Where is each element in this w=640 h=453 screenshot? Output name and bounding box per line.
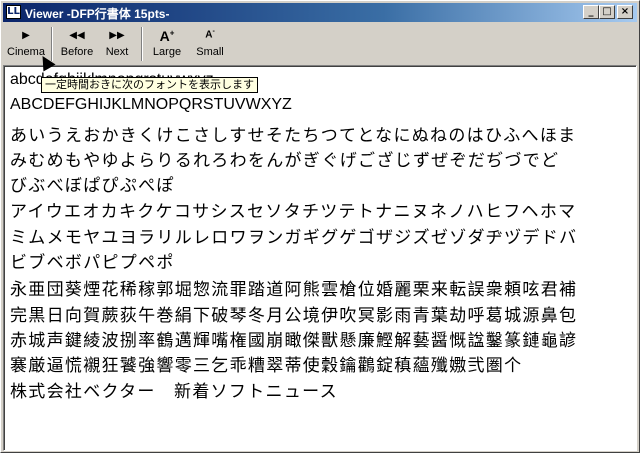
before-button[interactable]: ◀◀ Before	[57, 26, 97, 62]
skip-back-icon: ◀◀	[69, 30, 85, 41]
large-button[interactable]: A+ Large	[147, 26, 187, 62]
before-label: Before	[60, 46, 94, 58]
next-label: Next	[105, 46, 129, 58]
preview-hiragana-1: あいうえおかきくけこさしすせそたちつてとなにぬねのはひふへほま	[10, 126, 577, 146]
preview-hiragana-2: みむめもやゆよらりるれろわをんがぎぐげござじずぜぞだぢづでど	[10, 151, 560, 171]
preview-company-line: 株式会社ベクター 新着ソフトニュース	[10, 382, 338, 402]
preview-kanji-2: 完黒日向賀蕨荻午巻絹下破琴冬月公境伊吹冥影雨青葉劫呼葛城源鼻包	[10, 306, 578, 326]
font-large-icon: A+	[159, 28, 175, 44]
skip-forward-icon: ▶▶	[109, 30, 125, 41]
maximize-button[interactable]: □	[599, 5, 615, 19]
cinema-tooltip: 一定時間おきに次のフォントを表示します	[41, 77, 258, 93]
app-icon: LL	[6, 5, 21, 19]
preview-katakana-2: ミムメモヤユヨラリルレロワヲンガギグゲゴザジズゼゾダヂヅデドバ	[10, 228, 578, 248]
next-button[interactable]: ▶▶ Next	[99, 26, 135, 62]
preview-katakana-1: アイウエオカキクケコサシスセソタチツテトナニヌネノハヒフヘホマ	[10, 202, 577, 222]
small-button[interactable]: A- Small	[191, 26, 229, 62]
toolbar: ▶ Cinema ◀◀ Before ▶▶ Next A+ Large A- S…	[3, 24, 637, 64]
preview-katakana-3: ビブベボパピプペポ	[10, 253, 175, 273]
large-label: Large	[152, 46, 182, 58]
font-small-icon: A-	[205, 28, 215, 41]
window-title: Viewer -DFP行書体 15pts-	[25, 7, 170, 21]
preview-kanji-3: 赤城声鍵綾波捌率鶴邁輝嘴権國崩瞰傑獸懸廉鰹解藝醤慨諡鑿篆鏈龜諺	[10, 331, 578, 351]
preview-uppercase: ABCDEFGHIJKLMNOPQRSTUVWXYZ	[10, 96, 292, 113]
close-button[interactable]: ×	[617, 5, 633, 19]
preview-kanji-4: 褰厳逼慌襯狂饕強響零三乞乖糟翠蒂使穀鑰鸛錠稹蘊殲嫐弐圏个	[10, 356, 523, 376]
preview-hiragana-3: びぶべぼぱぴぷぺぽ	[10, 176, 175, 196]
title-bar[interactable]: LL Viewer -DFP行書体 15pts- _ □ ×	[3, 3, 637, 22]
small-label: Small	[196, 46, 224, 58]
minimize-button[interactable]: _	[583, 5, 599, 19]
toolbar-separator	[141, 27, 143, 61]
toolbar-separator	[51, 27, 53, 61]
play-icon: ▶	[22, 30, 30, 41]
preview-kanji-1: 永亜団葵煙花稀稼郭堀惣流罪踏道阿熊雲槍位婚麗栗来転誤衆頼呟君補	[10, 280, 578, 300]
viewer-window: LL Viewer -DFP行書体 15pts- _ □ × ▶ Cinema …	[0, 0, 640, 453]
font-preview-area: abcdefghijklmnopqrstuvwxyz ABCDEFGHIJKLM…	[3, 65, 637, 451]
